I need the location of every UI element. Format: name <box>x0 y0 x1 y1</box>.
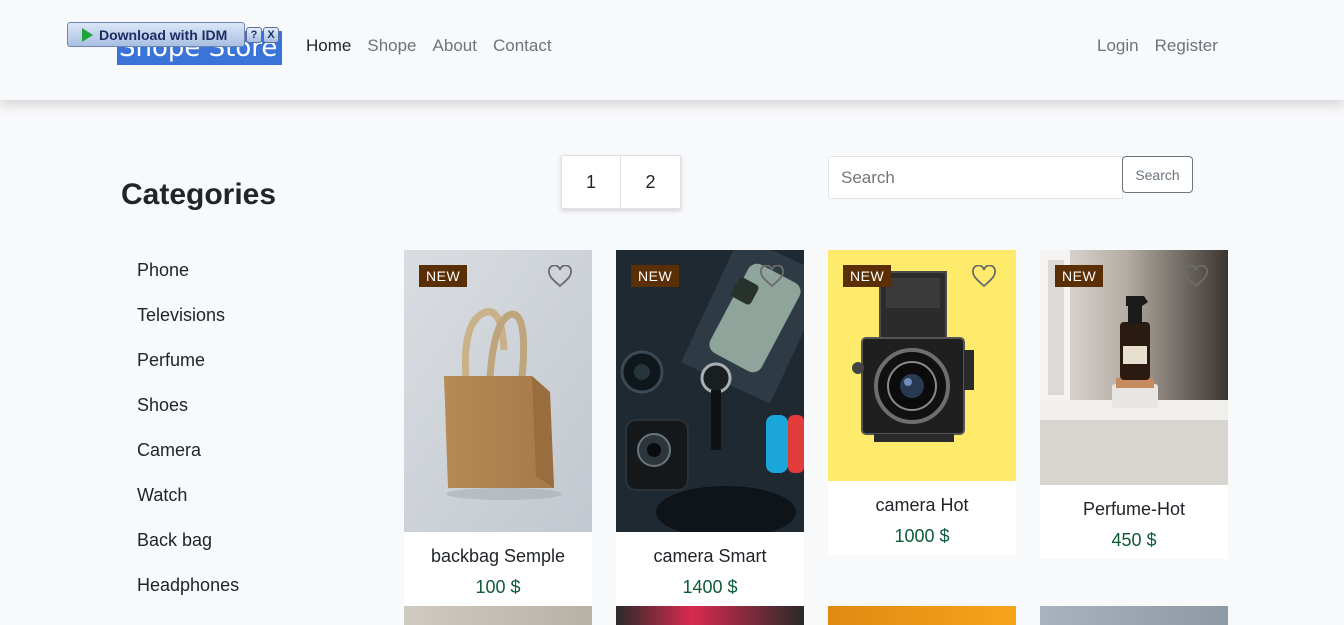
category-item-back-bag[interactable]: Back bag <box>137 528 239 573</box>
product-card[interactable]: NEW Perfume-Hot 450 $ <box>1040 250 1228 559</box>
new-badge: NEW <box>631 265 680 287</box>
product-image-partial[interactable] <box>1040 606 1228 625</box>
nav-link-about[interactable]: About <box>433 36 477 56</box>
product-card[interactable]: NEW camera Smart 1400 $ <box>616 250 804 625</box>
product-card[interactable]: NEW camera Hot 1000 $ <box>828 250 1016 555</box>
search-button[interactable]: Search <box>1122 156 1193 193</box>
pagination: 1 2 <box>561 155 681 209</box>
idm-help-button[interactable]: ? <box>246 26 262 43</box>
product-price: 1400 $ <box>682 577 738 597</box>
product-price: 450 $ <box>1111 530 1157 550</box>
product-image-camera[interactable]: NEW <box>828 250 1016 481</box>
idm-download-label: Download with IDM <box>99 26 228 43</box>
navbar: Shope Store Download with IDM ? X Home S… <box>0 0 1344 100</box>
category-item-phone[interactable]: Phone <box>137 258 239 303</box>
product-name[interactable]: camera Smart <box>616 546 804 567</box>
product-name[interactable]: Perfume-Hot <box>1040 499 1228 520</box>
heart-icon[interactable] <box>548 265 572 289</box>
nav-link-shope[interactable]: Shope <box>367 36 416 56</box>
gadgets-flatlay-photo <box>616 250 804 532</box>
main-nav: Home Shope About Contact <box>306 36 552 56</box>
new-badge: NEW <box>419 265 468 287</box>
product-image-perfume[interactable]: NEW <box>1040 250 1228 485</box>
category-item-watch[interactable]: Watch <box>137 483 239 528</box>
product-price: 1000 $ <box>894 526 950 546</box>
product-card[interactable]: NEW backbag Semple 100 $ <box>404 250 592 625</box>
category-item-headphones[interactable]: Headphones <box>137 573 239 618</box>
idm-download-button[interactable]: Download with IDM <box>67 22 245 47</box>
new-badge: NEW <box>843 265 892 287</box>
product-image-gadgets[interactable]: NEW <box>616 250 804 532</box>
nav-link-contact[interactable]: Contact <box>493 36 552 56</box>
product-image-partial[interactable] <box>828 606 1016 625</box>
categories-title: Categories <box>121 178 277 211</box>
category-item-shoes[interactable]: Shoes <box>137 393 239 438</box>
product-image-partial[interactable] <box>616 606 804 625</box>
product-name[interactable]: backbag Semple <box>404 546 592 567</box>
product-image-tote-bag[interactable]: NEW <box>404 250 592 532</box>
product-name[interactable]: camera Hot <box>828 495 1016 516</box>
category-item-televisions[interactable]: Televisions <box>137 303 239 348</box>
search-input[interactable] <box>828 156 1123 199</box>
play-icon <box>82 27 93 42</box>
heart-icon[interactable] <box>1184 265 1208 289</box>
heart-icon[interactable] <box>760 265 784 289</box>
categories-list: Phone Televisions Perfume Shoes Camera W… <box>137 258 239 618</box>
page-button-1[interactable]: 1 <box>561 155 621 209</box>
heart-icon[interactable] <box>972 265 996 289</box>
category-item-perfume[interactable]: Perfume <box>137 348 239 393</box>
category-item-camera[interactable]: Camera <box>137 438 239 483</box>
idm-download-panel: Download with IDM ? X <box>67 22 279 47</box>
nav-link-home[interactable]: Home <box>306 36 351 56</box>
tote-bag-photo <box>404 250 592 532</box>
product-price: 100 $ <box>475 577 521 597</box>
register-link[interactable]: Register <box>1155 36 1218 56</box>
product-image-partial[interactable] <box>404 606 592 625</box>
login-link[interactable]: Login <box>1097 36 1139 56</box>
page-button-2[interactable]: 2 <box>621 155 681 209</box>
idm-close-button[interactable]: X <box>263 26 279 43</box>
new-badge: NEW <box>1055 265 1104 287</box>
auth-nav: Login Register <box>1097 36 1218 56</box>
